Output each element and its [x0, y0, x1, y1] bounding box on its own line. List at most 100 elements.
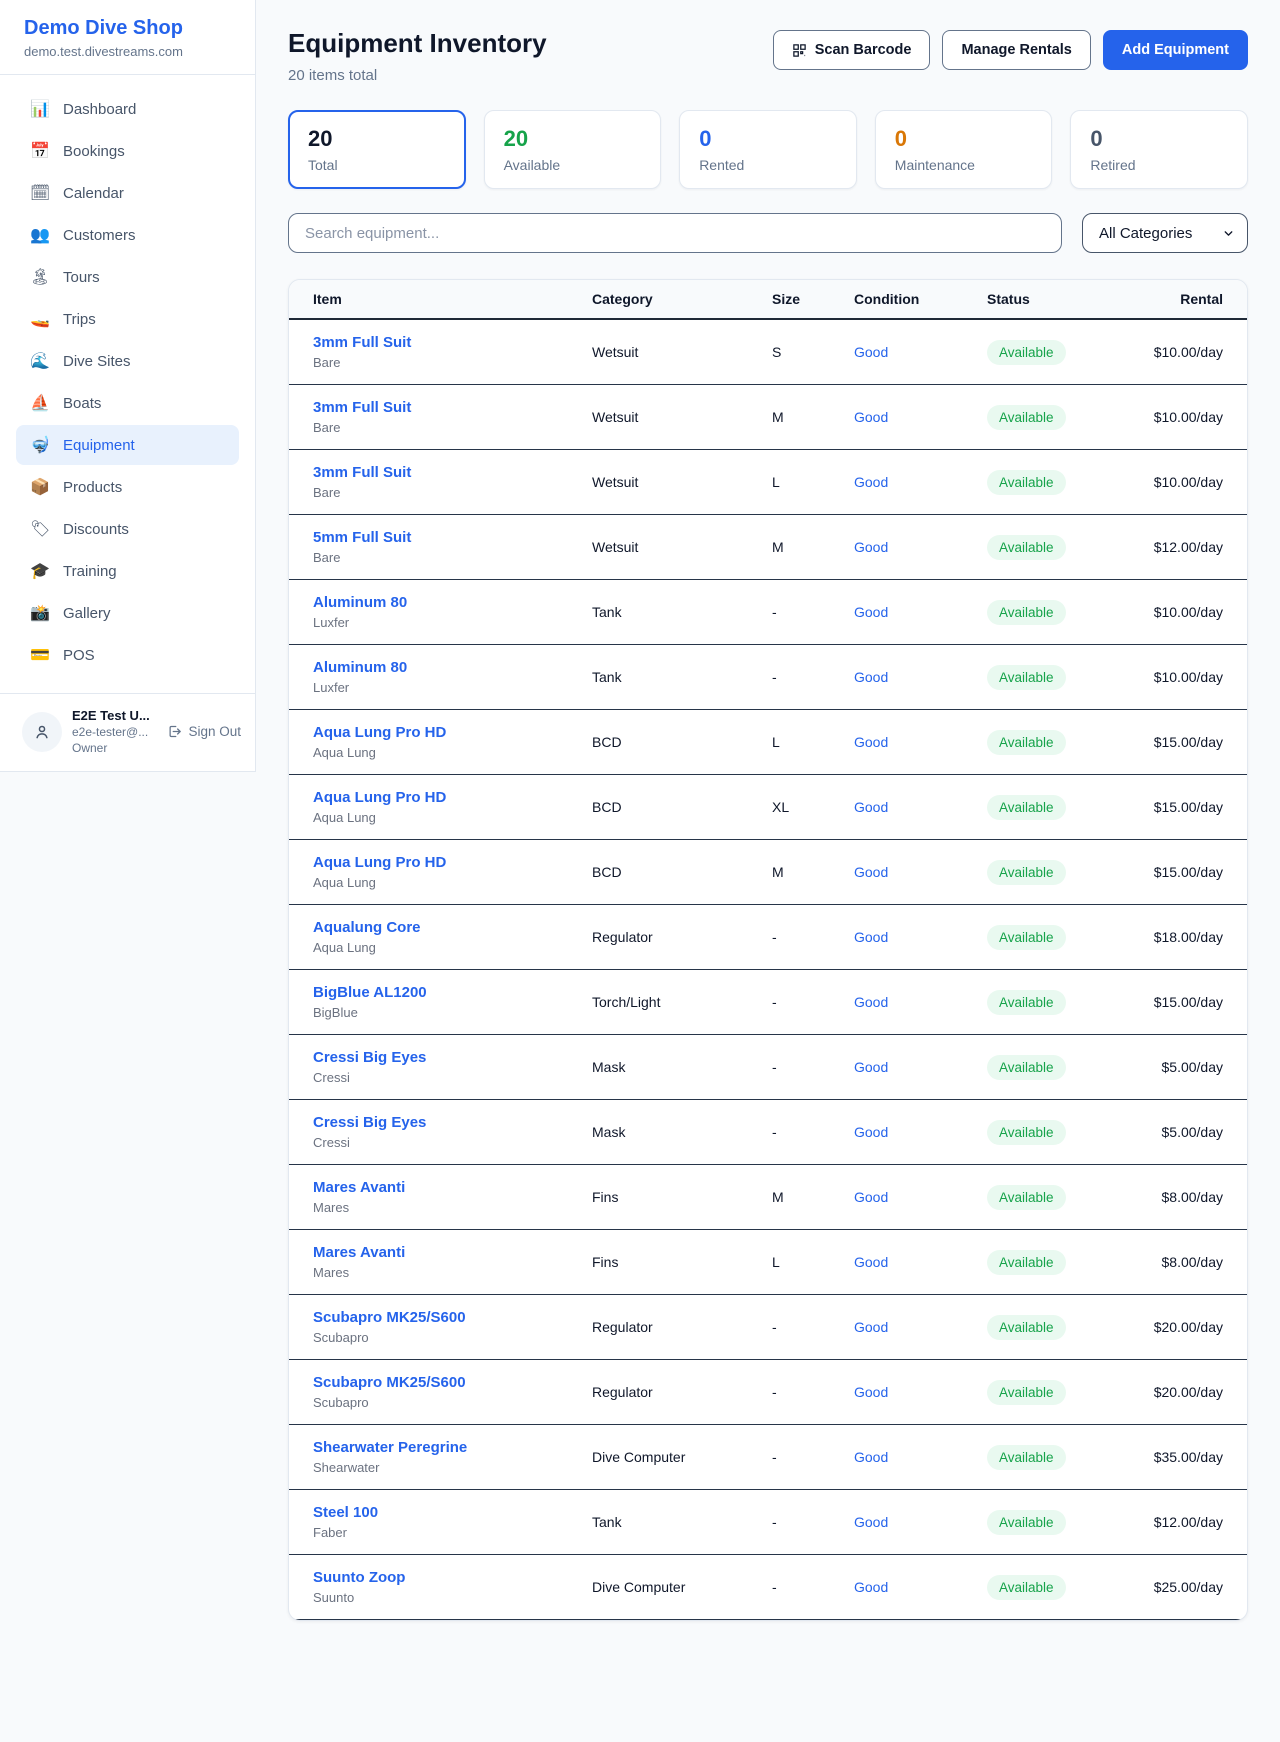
table-header-row: Item Category Size Condition Status Rent…	[289, 280, 1247, 319]
add-equipment-button[interactable]: Add Equipment	[1103, 30, 1248, 70]
nav-item-label: Bookings	[63, 143, 125, 160]
table-row: Mares Avanti Mares Fins L Good Available…	[289, 1230, 1247, 1295]
stat-card-available[interactable]: 20 Available	[484, 110, 662, 189]
search-input[interactable]	[288, 213, 1062, 253]
item-link[interactable]: 3mm Full Suit	[313, 399, 411, 416]
item-size: -	[764, 1555, 846, 1620]
stat-card-total[interactable]: 20 Total	[288, 110, 466, 189]
condition-link[interactable]: Good	[854, 1514, 888, 1530]
item-link[interactable]: Shearwater Peregrine	[313, 1439, 467, 1456]
condition-link[interactable]: Good	[854, 344, 888, 360]
condition-link[interactable]: Good	[854, 994, 888, 1010]
item-size: -	[764, 1360, 846, 1425]
nav-item-label: Customers	[63, 227, 136, 244]
table-row: Cressi Big Eyes Cressi Mask - Good Avail…	[289, 1100, 1247, 1165]
item-link[interactable]: Cressi Big Eyes	[313, 1049, 426, 1066]
stat-card-maintenance[interactable]: 0 Maintenance	[875, 110, 1053, 189]
status-badge: Available	[987, 730, 1066, 755]
condition-link[interactable]: Good	[854, 474, 888, 490]
condition-link[interactable]: Good	[854, 929, 888, 945]
item-category: BCD	[584, 710, 764, 775]
condition-link[interactable]: Good	[854, 799, 888, 815]
condition-link[interactable]: Good	[854, 1449, 888, 1465]
sidebar-item-customers[interactable]: 👥 Customers	[16, 215, 239, 255]
item-link[interactable]: Aqua Lung Pro HD	[313, 854, 446, 871]
sidebar-item-pos[interactable]: 💳 POS	[16, 635, 239, 675]
item-brand: Shearwater	[313, 1460, 576, 1475]
status-badge: Available	[987, 1510, 1066, 1535]
item-link[interactable]: Aluminum 80	[313, 594, 407, 611]
nav-item-icon: 📅	[30, 141, 50, 161]
item-link[interactable]: Steel 100	[313, 1504, 378, 1521]
sidebar-item-discounts[interactable]: 🏷 Discounts	[16, 509, 239, 549]
item-size: -	[764, 645, 846, 710]
sidebar-item-training[interactable]: 🎓 Training	[16, 551, 239, 591]
sidebar-item-dashboard[interactable]: 📊 Dashboard	[16, 89, 239, 129]
item-link[interactable]: 3mm Full Suit	[313, 334, 411, 351]
condition-link[interactable]: Good	[854, 1124, 888, 1140]
item-link[interactable]: Aqua Lung Pro HD	[313, 789, 446, 806]
item-link[interactable]: BigBlue AL1200	[313, 984, 427, 1001]
sign-out-button[interactable]: Sign Out	[167, 724, 241, 739]
item-link[interactable]: Scubapro MK25/S600	[313, 1374, 466, 1391]
condition-link[interactable]: Good	[854, 734, 888, 750]
item-category: Torch/Light	[584, 970, 764, 1035]
table-row: Mares Avanti Mares Fins M Good Available…	[289, 1165, 1247, 1230]
item-link[interactable]: Aqua Lung Pro HD	[313, 724, 446, 741]
sidebar-item-calendar[interactable]: 🗓 Calendar	[16, 173, 239, 213]
condition-link[interactable]: Good	[854, 409, 888, 425]
scan-barcode-button[interactable]: Scan Barcode	[773, 30, 931, 70]
condition-link[interactable]: Good	[854, 604, 888, 620]
status-badge: Available	[987, 600, 1066, 625]
brand-title[interactable]: Demo Dive Shop	[24, 17, 231, 40]
sidebar-item-products[interactable]: 📦 Products	[16, 467, 239, 507]
condition-link[interactable]: Good	[854, 1254, 888, 1270]
sidebar-item-tours[interactable]: 🏝 Tours	[16, 257, 239, 297]
item-link[interactable]: 3mm Full Suit	[313, 464, 411, 481]
rental-rate: $10.00/day	[1129, 319, 1247, 385]
nav-item-icon: 📦	[30, 477, 50, 497]
condition-link[interactable]: Good	[854, 1059, 888, 1075]
item-size: M	[764, 385, 846, 450]
table-row: Aqua Lung Pro HD Aqua Lung BCD M Good Av…	[289, 840, 1247, 905]
table-row: Scubapro MK25/S600 Scubapro Regulator - …	[289, 1360, 1247, 1425]
stat-card-retired[interactable]: 0 Retired	[1070, 110, 1248, 189]
condition-link[interactable]: Good	[854, 539, 888, 555]
nav-item-label: Trips	[63, 311, 96, 328]
nav-item-icon: 📊	[30, 99, 50, 119]
sidebar-item-bookings[interactable]: 📅 Bookings	[16, 131, 239, 171]
condition-link[interactable]: Good	[854, 1319, 888, 1335]
item-link[interactable]: Aqualung Core	[313, 919, 421, 936]
person-icon	[33, 723, 51, 741]
status-badge: Available	[987, 1575, 1066, 1600]
condition-link[interactable]: Good	[854, 864, 888, 880]
condition-link[interactable]: Good	[854, 1189, 888, 1205]
condition-link[interactable]: Good	[854, 1579, 888, 1595]
item-size: -	[764, 1100, 846, 1165]
sidebar-item-boats[interactable]: ⛵ Boats	[16, 383, 239, 423]
table-row: 3mm Full Suit Bare Wetsuit S Good Availa…	[289, 319, 1247, 385]
item-brand: Cressi	[313, 1070, 576, 1085]
rental-rate: $15.00/day	[1129, 775, 1247, 840]
item-link[interactable]: Aluminum 80	[313, 659, 407, 676]
sidebar-item-gallery[interactable]: 📸 Gallery	[16, 593, 239, 633]
item-link[interactable]: Suunto Zoop	[313, 1569, 405, 1586]
item-link[interactable]: Mares Avanti	[313, 1179, 405, 1196]
stat-value: 20	[504, 126, 642, 152]
item-category: Regulator	[584, 1295, 764, 1360]
item-link[interactable]: Mares Avanti	[313, 1244, 405, 1261]
sidebar-item-trips[interactable]: 🚤 Trips	[16, 299, 239, 339]
item-link[interactable]: Cressi Big Eyes	[313, 1114, 426, 1131]
stat-value: 0	[895, 126, 1033, 152]
stat-card-rented[interactable]: 0 Rented	[679, 110, 857, 189]
condition-link[interactable]: Good	[854, 669, 888, 685]
sidebar-item-equipment[interactable]: 🤿 Equipment	[16, 425, 239, 465]
sidebar-item-dive-sites[interactable]: 🌊 Dive Sites	[16, 341, 239, 381]
item-link[interactable]: 5mm Full Suit	[313, 529, 411, 546]
condition-link[interactable]: Good	[854, 1384, 888, 1400]
manage-rentals-button[interactable]: Manage Rentals	[942, 30, 1090, 70]
item-brand: Faber	[313, 1525, 576, 1540]
nav-item-label: Dive Sites	[63, 353, 131, 370]
category-select[interactable]: All Categories	[1082, 213, 1248, 253]
item-link[interactable]: Scubapro MK25/S600	[313, 1309, 466, 1326]
